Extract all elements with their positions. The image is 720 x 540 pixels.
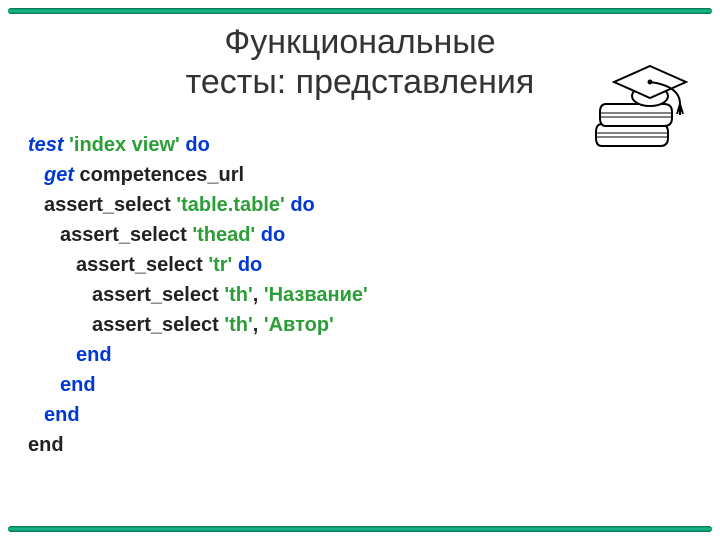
comma: ,: [253, 314, 264, 336]
code-line-2: get competences_url: [28, 160, 692, 190]
string-thead: 'thead': [192, 224, 260, 246]
keyword-end: end: [76, 344, 112, 366]
keyword-get: get: [44, 164, 74, 186]
call-assert-select: assert_select: [44, 194, 176, 216]
call-assert-select: assert_select: [76, 254, 208, 276]
call-assert-select: assert_select: [60, 224, 192, 246]
keyword-do: do: [238, 254, 262, 276]
string-avtor: 'Автор': [264, 314, 334, 336]
keyword-do: do: [261, 224, 285, 246]
title-line-2: тесты: представления: [186, 63, 535, 101]
string-tr: 'tr': [208, 254, 238, 276]
code-block: test 'index view' do get competences_url…: [28, 130, 692, 460]
top-border-bar: [8, 8, 712, 14]
keyword-end: end: [44, 404, 80, 426]
string-table-table: 'table.table': [176, 194, 290, 216]
code-line-7: assert_select 'th', 'Автор': [28, 310, 692, 340]
code-line-5: assert_select 'tr' do: [28, 250, 692, 280]
code-line-1: test 'index view' do: [28, 130, 692, 160]
keyword-do: do: [290, 194, 314, 216]
string-nazvanie: 'Название': [264, 284, 368, 306]
call-assert-select: assert_select: [92, 314, 224, 336]
code-line-10: end: [28, 400, 692, 430]
keyword-end-outer: end: [28, 434, 64, 456]
code-line-11: end: [28, 430, 692, 460]
string-th-2: 'th': [224, 314, 252, 336]
string-index-view: 'index view': [64, 134, 186, 156]
code-line-4: assert_select 'thead' do: [28, 220, 692, 250]
slide: Функциональные тесты: представления test…: [0, 0, 720, 540]
keyword-do: do: [185, 134, 209, 156]
title-line-1: Функциональные: [224, 23, 495, 61]
code-line-3: assert_select 'table.table' do: [28, 190, 692, 220]
keyword-end: end: [60, 374, 96, 396]
code-line-8: end: [28, 340, 692, 370]
call-assert-select: assert_select: [92, 284, 224, 306]
code-line-6: assert_select 'th', 'Название': [28, 280, 692, 310]
string-th-1: 'th': [224, 284, 252, 306]
bottom-border-bar: [8, 526, 712, 532]
identifier-competences-url: competences_url: [74, 164, 244, 186]
keyword-test: test: [28, 134, 64, 156]
code-line-9: end: [28, 370, 692, 400]
comma: ,: [253, 284, 264, 306]
